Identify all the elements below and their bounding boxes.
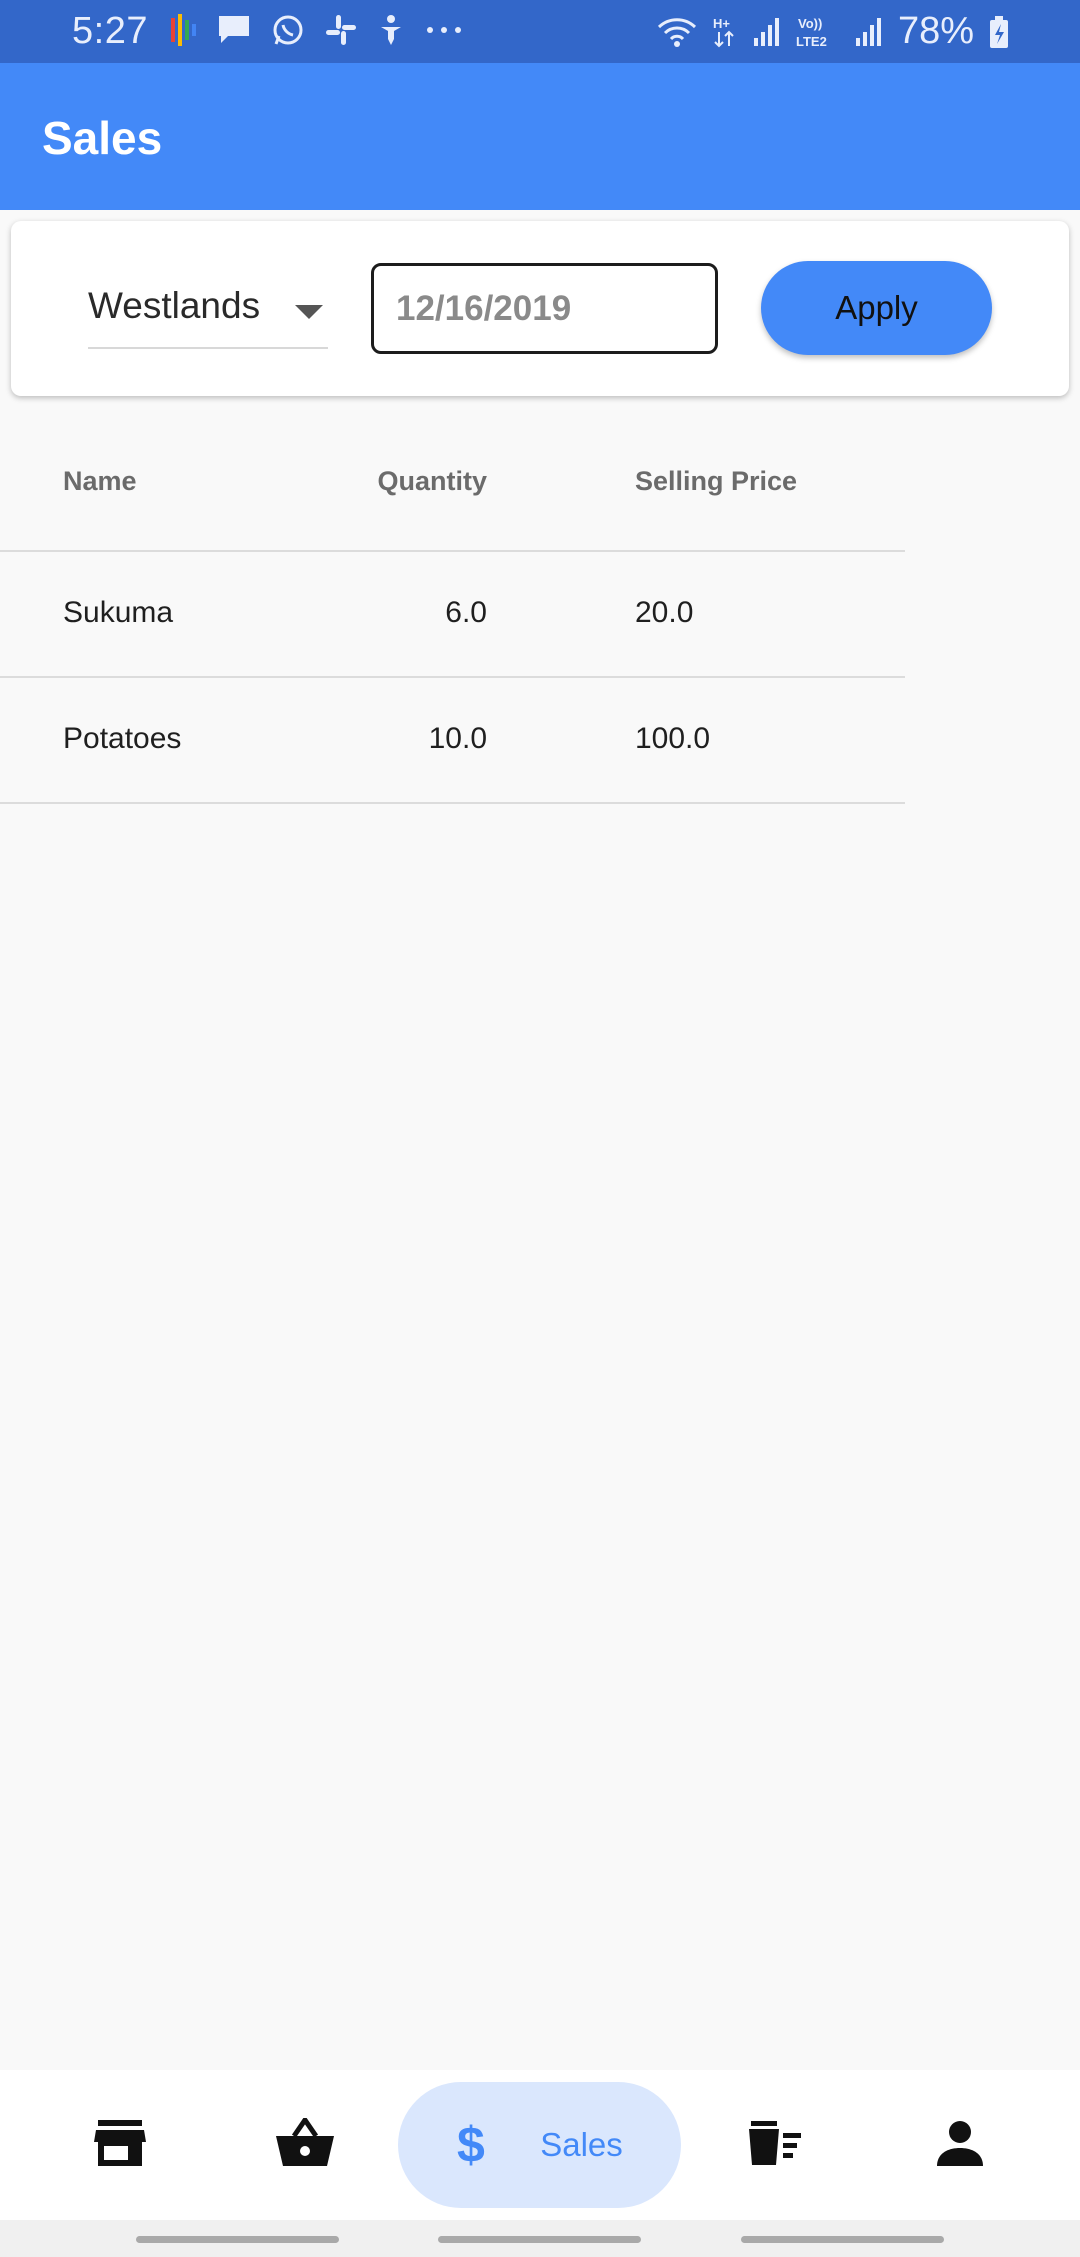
volte-icon: Vo)) LTE2 <box>796 14 840 50</box>
h-plus-icon: H+ <box>712 14 738 50</box>
nav-sales-label: Sales <box>540 2126 623 2163</box>
signal-icon <box>854 16 884 48</box>
store-icon <box>94 2119 146 2171</box>
accessibility-icon <box>376 13 406 47</box>
row-name: Potatoes <box>63 722 182 755</box>
header-selling-price[interactable]: Selling Price <box>635 466 797 497</box>
gesture-pill-center[interactable] <box>438 2236 641 2243</box>
sales-table: Name Quantity Selling Price Sukuma 6.0 2… <box>0 420 905 804</box>
row-name: Sukuma <box>63 596 174 629</box>
basket-icon <box>276 2115 334 2173</box>
battery-charging-icon <box>988 15 1010 49</box>
row-selling-price: 100.0 <box>635 722 711 755</box>
wifi-icon <box>656 15 698 49</box>
table-header: Name Quantity Selling Price <box>0 420 905 552</box>
status-bar: 5:27 H+ Vo)) LTE2 78% <box>0 0 1080 63</box>
slack-icon <box>324 13 358 47</box>
gesture-pill-right[interactable] <box>741 2236 944 2243</box>
svg-text:LTE2: LTE2 <box>796 34 827 49</box>
location-value: Westlands <box>88 285 261 326</box>
message-icon <box>216 13 252 47</box>
more-icon <box>424 25 464 35</box>
status-time: 5:27 <box>72 10 148 52</box>
date-input[interactable] <box>396 282 696 336</box>
notification-icons <box>168 12 464 48</box>
sales-screen: 5:27 H+ Vo)) LTE2 78% Sales Westlands 12… <box>0 0 1080 2257</box>
date-field[interactable] <box>371 263 718 354</box>
svg-text:$: $ <box>457 2118 485 2168</box>
location-dropdown[interactable]: Westlands <box>88 279 328 349</box>
header-name[interactable]: Name <box>63 466 137 497</box>
nav-item-inventory[interactable] <box>715 2070 835 2220</box>
signal-icon <box>752 16 782 48</box>
bottom-navigation: $ Sales <box>0 2070 1080 2220</box>
row-quantity: 10.0 <box>428 722 487 755</box>
table-row[interactable]: Potatoes 10.0 100.0 <box>0 678 905 804</box>
apply-button[interactable]: Apply <box>761 261 992 355</box>
page-title: Sales <box>42 112 163 164</box>
whatsapp-icon <box>270 12 306 48</box>
svg-text:Vo)): Vo)) <box>798 16 822 31</box>
table-row[interactable]: Sukuma 6.0 20.0 <box>0 552 905 678</box>
gesture-pill-left[interactable] <box>136 2236 339 2243</box>
inventory-icon <box>747 2119 803 2172</box>
nav-item-sales[interactable]: $ Sales <box>398 2082 681 2208</box>
filter-card: Westlands Apply <box>11 221 1069 396</box>
gesture-bar <box>0 2220 1080 2257</box>
battery-percentage: 78% <box>897 10 974 52</box>
header-quantity[interactable]: Quantity <box>287 466 487 497</box>
app-bar: Sales <box>0 63 1080 210</box>
nav-item-profile[interactable] <box>900 2070 1020 2220</box>
row-quantity: 6.0 <box>445 596 487 629</box>
person-icon <box>937 2120 983 2171</box>
multicolor-app-icon <box>168 12 198 48</box>
svg-text:H+: H+ <box>713 16 730 31</box>
row-selling-price: 20.0 <box>635 596 694 629</box>
dollar-icon: $ <box>456 2117 490 2173</box>
nav-item-store[interactable] <box>60 2070 180 2220</box>
system-icons: H+ Vo)) LTE2 78% <box>656 10 1010 53</box>
caret-down-icon <box>295 305 323 324</box>
nav-item-basket[interactable] <box>245 2070 365 2220</box>
